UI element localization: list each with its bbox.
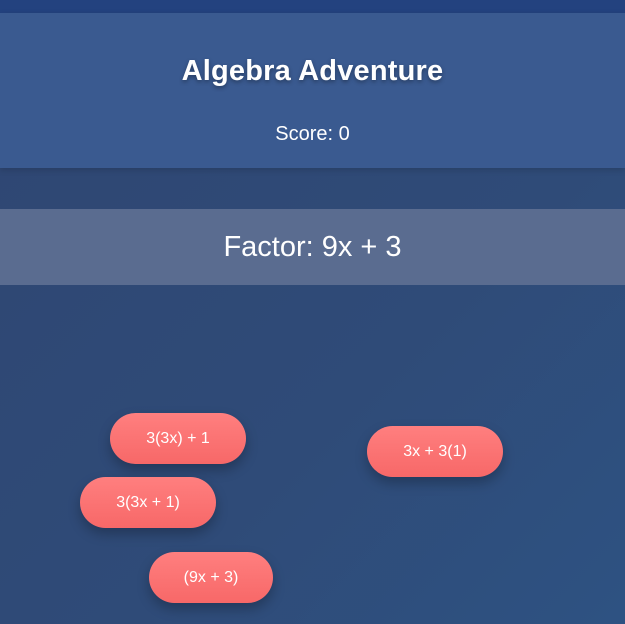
top-strip [0, 0, 625, 13]
problem-text: Factor: 9x + 3 [223, 231, 402, 263]
answer-option[interactable]: 3(3x) + 1 [110, 413, 246, 464]
score-display: Score: 0 [275, 123, 350, 145]
problem-bar: Factor: 9x + 3 [0, 209, 625, 285]
game-title: Algebra Adventure [181, 55, 444, 87]
answer-option[interactable]: 3x + 3(1) [367, 426, 503, 477]
answer-option[interactable]: 3(3x + 1) [80, 477, 216, 528]
answer-option[interactable]: (9x + 3) [149, 552, 273, 603]
